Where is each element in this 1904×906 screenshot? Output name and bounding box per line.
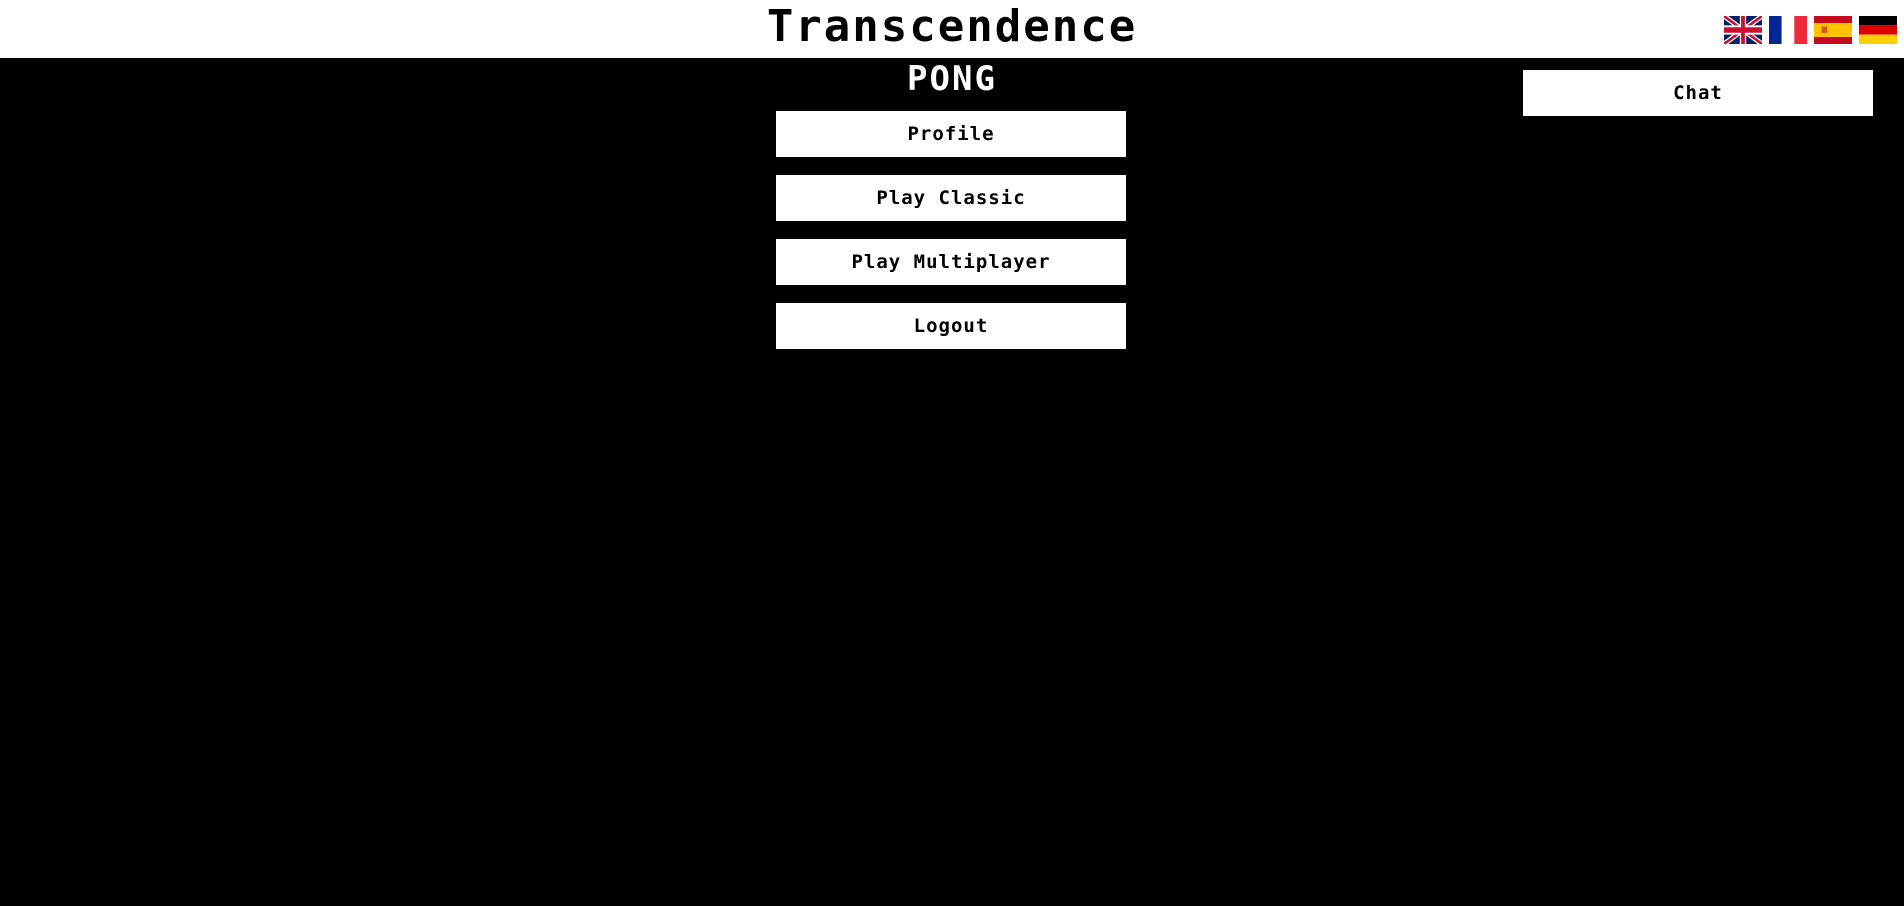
play-multiplayer-button[interactable]: Play Multiplayer: [776, 239, 1126, 285]
logout-button[interactable]: Logout: [776, 303, 1126, 349]
france-flag-icon[interactable]: [1769, 16, 1807, 44]
language-selector: [1724, 16, 1897, 44]
top-bar: Transcendence: [0, 0, 1904, 58]
play-classic-button[interactable]: Play Classic: [776, 175, 1126, 221]
spain-flag-icon[interactable]: [1814, 16, 1852, 44]
main-menu: Profile Play Classic Play Multiplayer Lo…: [776, 111, 1126, 367]
germany-flag-icon[interactable]: [1859, 16, 1897, 44]
uk-flag-icon[interactable]: [1724, 16, 1762, 44]
profile-button[interactable]: Profile: [776, 111, 1126, 157]
chat-button[interactable]: Chat: [1523, 70, 1873, 116]
app-title: Transcendence: [766, 1, 1138, 52]
